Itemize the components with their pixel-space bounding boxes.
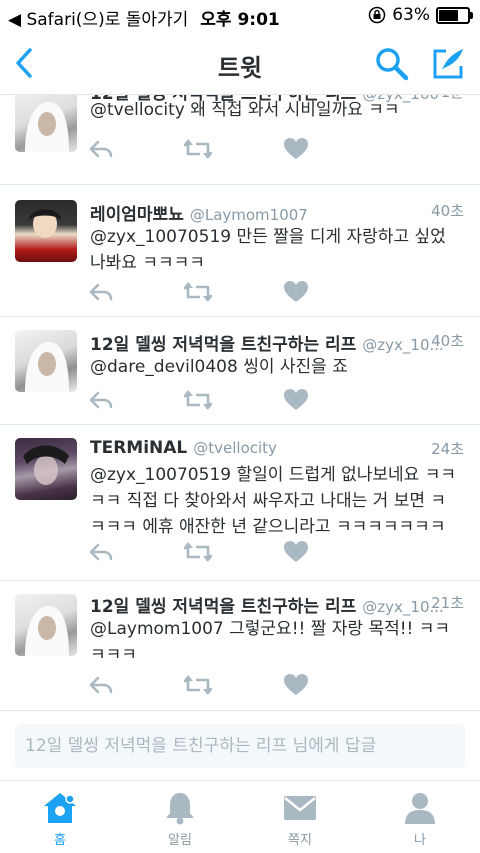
reply-icon[interactable] (88, 280, 114, 304)
reply-icon[interactable] (88, 673, 114, 697)
reply-icon[interactable] (88, 137, 114, 161)
message-envelope-icon (284, 796, 316, 820)
tab-notifications[interactable]: 알림 (140, 791, 220, 851)
reply-composer (0, 710, 480, 781)
timestamp: 24초 (431, 440, 464, 458)
tweet-text: @dare_devil0408 씽이 사진을 죠 (90, 357, 348, 377)
tweet-item[interactable]: 12일 델씽 저녁먹을 트친구하는 리프 @zyx_10... 21초 @Laym… (0, 580, 480, 710)
like-heart-icon[interactable] (283, 388, 309, 412)
like-heart-icon[interactable] (283, 280, 309, 304)
tweet-feed[interactable]: 12일 델씽 저녁먹을 트친구하는 리프@zyx_100 1분 @tvelloc… (0, 95, 480, 710)
timestamp: 40초 (431, 202, 464, 220)
home-icon (44, 793, 76, 823)
tab-home[interactable]: 홈 (20, 791, 100, 851)
tab-label: 나 (414, 833, 426, 848)
search-icon[interactable] (374, 46, 410, 82)
status-bar: ◀ Safari(으)로 돌아가기 오후 9:01 63% (0, 0, 480, 32)
tweet-item[interactable]: 12일 델씽 저녁먹을 트친구하는 리프 @zyx_10... 40초 @dare… (0, 316, 480, 425)
retweet-icon[interactable] (184, 673, 212, 697)
handle[interactable]: @tvellocity (193, 439, 277, 457)
display-name[interactable]: TERMiNAL (90, 438, 187, 458)
tab-label: 쪽지 (288, 833, 312, 848)
tweet-item[interactable]: TERMiNAL @tvellocity 24초 @zyx_10070519 할일… (0, 424, 480, 581)
tweet-text: @tvellocity 왜 직접 와서 시비일까요 ㅋㅋ (90, 100, 400, 120)
timestamp: 21초 (431, 594, 464, 612)
timestamp: 40초 (431, 332, 464, 350)
like-heart-icon[interactable] (283, 137, 309, 161)
retweet-icon[interactable] (184, 137, 212, 161)
avatar[interactable] (15, 200, 77, 262)
tweet-item[interactable]: 12일 델씽 저녁먹을 트친구하는 리프@zyx_100 1분 @tvelloc… (0, 95, 480, 185)
tab-me[interactable]: 나 (380, 791, 460, 851)
tweet-text: @Laymom1007 그렇군요!! 짤 자랑 목적!! ㅋㅋㅋㅋㅋ (90, 619, 451, 665)
display-name[interactable]: 12일 델씽 저녁먹을 트친구하는 리프 (90, 597, 356, 617)
battery-icon (436, 6, 473, 24)
tab-bar: 홈 알림 쪽지 나 (0, 780, 480, 853)
avatar[interactable] (15, 330, 77, 392)
profile-person-icon (405, 793, 435, 824)
tweet-text: @zyx_10070519 만든 짤을 디게 자랑하고 싶었나봐요 ㅋㅋㅋㅋ (90, 227, 446, 273)
notification-bell-icon (166, 793, 194, 825)
tab-label: 홈 (54, 833, 66, 848)
avatar[interactable] (15, 438, 77, 500)
retweet-icon[interactable] (184, 540, 212, 564)
reply-icon[interactable] (88, 388, 114, 412)
like-heart-icon[interactable] (283, 673, 309, 697)
retweet-icon[interactable] (184, 388, 212, 412)
avatar[interactable] (15, 594, 77, 656)
display-name[interactable]: 12일 델씽 저녁먹을 트친구하는 리프 (90, 335, 356, 355)
compose-icon[interactable] (430, 46, 466, 82)
retweet-icon[interactable] (184, 280, 212, 304)
tab-messages[interactable]: 쪽지 (260, 791, 340, 851)
battery-percentage: 63% (392, 5, 430, 25)
reply-icon[interactable] (88, 540, 114, 564)
tab-label: 알림 (168, 833, 192, 848)
reply-input[interactable] (15, 724, 465, 768)
avatar[interactable] (15, 95, 77, 152)
navigation-bar: 트윗 (0, 32, 480, 95)
tweet-item[interactable]: 레이엄마뽀뇨 @Laymom1007 40초 @zyx_10070519 만든 짤… (0, 184, 480, 317)
display-name[interactable]: 레이엄마뽀뇨 (90, 205, 184, 225)
tweet-text: @zyx_10070519 할일이 드럽게 없나보네요 ㅋㅋㅋㅋ 직접 다 찾아… (90, 465, 457, 537)
handle[interactable]: @Laymom1007 (190, 206, 308, 224)
lock-rotation-icon (368, 6, 386, 24)
like-heart-icon[interactable] (283, 540, 309, 564)
